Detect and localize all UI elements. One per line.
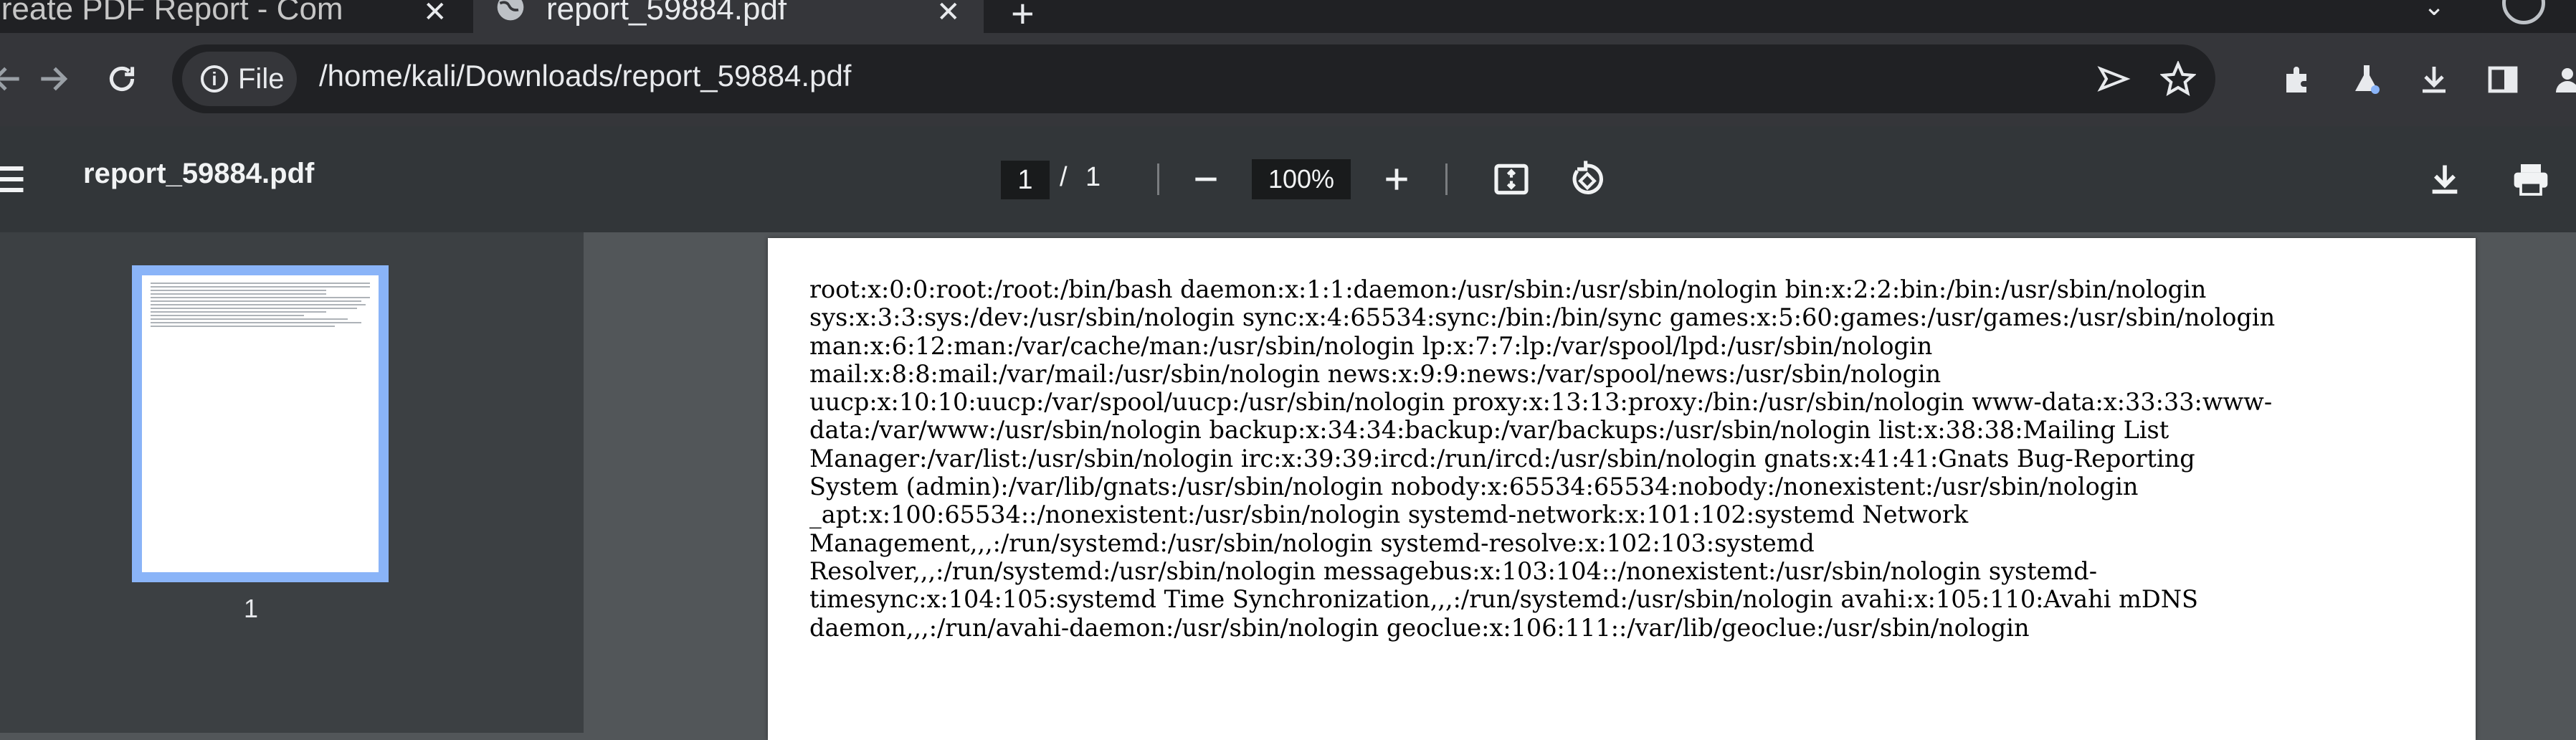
url-text[interactable]: /home/kali/Downloads/report_59884.pdf [319, 59, 851, 93]
thumbnail-page-number: 1 [244, 594, 259, 623]
tab-report-pdf[interactable]: report_59884.pdf ✕ [473, 0, 984, 33]
text-line: root:x:0:0:root:/root:/bin/bash daemon:x… [809, 275, 2207, 303]
address-bar[interactable]: i File /home/kali/Downloads/report_59884… [172, 44, 2215, 113]
site-chip-label: File [238, 62, 285, 95]
zoom-level-input[interactable]: 100% [1252, 159, 1351, 199]
pdf-viewer[interactable]: root:x:0:0:root:/root:/bin/bash daemon:x… [584, 232, 2576, 740]
labs-flask-icon[interactable] [2342, 54, 2392, 105]
site-info-chip[interactable]: i File [182, 52, 297, 106]
text-line: sys:x:3:3:sys:/dev:/usr/sbin/nologin syn… [809, 303, 2276, 332]
tab-close-icon[interactable]: ✕ [936, 0, 961, 29]
document-title: report_59884.pdf [83, 158, 315, 189]
forward-icon[interactable] [24, 50, 82, 108]
thumbnail-sidebar: 1 [0, 232, 584, 733]
text-line: man:x:6:12:man:/var/cache/man:/usr/sbin/… [809, 331, 1933, 360]
text-line: Manager:/var/list:/usr/sbin/nologin irc:… [809, 444, 2195, 473]
page-text: root:x:0:0:root:/root:/bin/bash daemon:x… [809, 275, 2437, 642]
text-line: System (admin):/var/lib/gnats:/usr/sbin/… [809, 473, 2139, 501]
page-total: 1 [1085, 162, 1101, 192]
menu-icon[interactable] [0, 158, 29, 201]
page-separator: / [1060, 162, 1068, 192]
send-to-devices-icon[interactable] [2093, 59, 2134, 99]
info-icon: i [201, 65, 228, 92]
extensions-puzzle-icon[interactable] [2273, 54, 2323, 105]
print-icon[interactable] [2506, 155, 2555, 204]
text-line: data:/var/www:/usr/sbin/nologin backup:x… [809, 416, 2169, 445]
text-line: mail:x:8:8:mail:/var/mail:/usr/sbin/nolo… [809, 359, 1941, 388]
tab-create-pdf-report[interactable]: Create PDF Report - Com ✕ [0, 0, 466, 33]
zoom-in-icon[interactable] [1371, 153, 1422, 205]
pdf-page: root:x:0:0:root:/root:/bin/bash daemon:x… [768, 238, 2476, 740]
text-line: Management,,,:/run/systemd:/usr/sbin/nol… [809, 528, 1815, 557]
download-pdf-icon[interactable] [2420, 155, 2469, 204]
tab-close-icon[interactable]: ✕ [423, 0, 447, 29]
browser-toolbar: i File /home/kali/Downloads/report_59884… [0, 33, 2576, 126]
page-thumbnail[interactable] [132, 265, 389, 582]
toolbar-divider [1445, 163, 1448, 195]
side-panel-icon[interactable] [2478, 54, 2528, 105]
reload-icon[interactable] [93, 50, 151, 108]
tab-title: Create PDF Report - Com [0, 0, 343, 27]
account-icon[interactable] [2542, 54, 2576, 105]
thumbnail-page-preview [142, 275, 379, 572]
tab-search-icon[interactable]: ⌄ [2423, 0, 2445, 22]
profile-icon[interactable] [2502, 0, 2545, 24]
text-line: timesync:x:104:105:systemd Time Synchron… [809, 585, 2198, 614]
text-line: Resolver,,,:/run/systemd:/usr/sbin/nolog… [809, 556, 2098, 585]
globe-icon [497, 0, 524, 21]
tab-strip: Create PDF Report - Com ✕ report_59884.p… [0, 0, 2576, 36]
tab-title: report_59884.pdf [546, 0, 787, 27]
zoom-out-icon[interactable] [1180, 153, 1232, 205]
rotate-icon[interactable] [1563, 155, 1612, 204]
text-line: uucp:x:10:10:uucp:/var/spool/uucp:/usr/s… [809, 388, 2273, 417]
toolbar-divider [1157, 163, 1159, 195]
fit-to-page-icon[interactable] [1487, 155, 1536, 204]
text-line: _apt:x:100:65534::/nonexistent:/usr/sbin… [809, 501, 1969, 529]
new-tab-button[interactable]: + [1011, 0, 1035, 37]
text-line: daemon,,,:/run/avahi-daemon:/usr/sbin/no… [809, 613, 2030, 642]
page-number-input[interactable]: 1 [1001, 161, 1050, 199]
bookmark-star-icon[interactable] [2158, 59, 2198, 99]
download-icon[interactable] [2409, 54, 2459, 105]
pdf-toolbar: report_59884.pdf 1 / 1 100% [0, 126, 2576, 232]
